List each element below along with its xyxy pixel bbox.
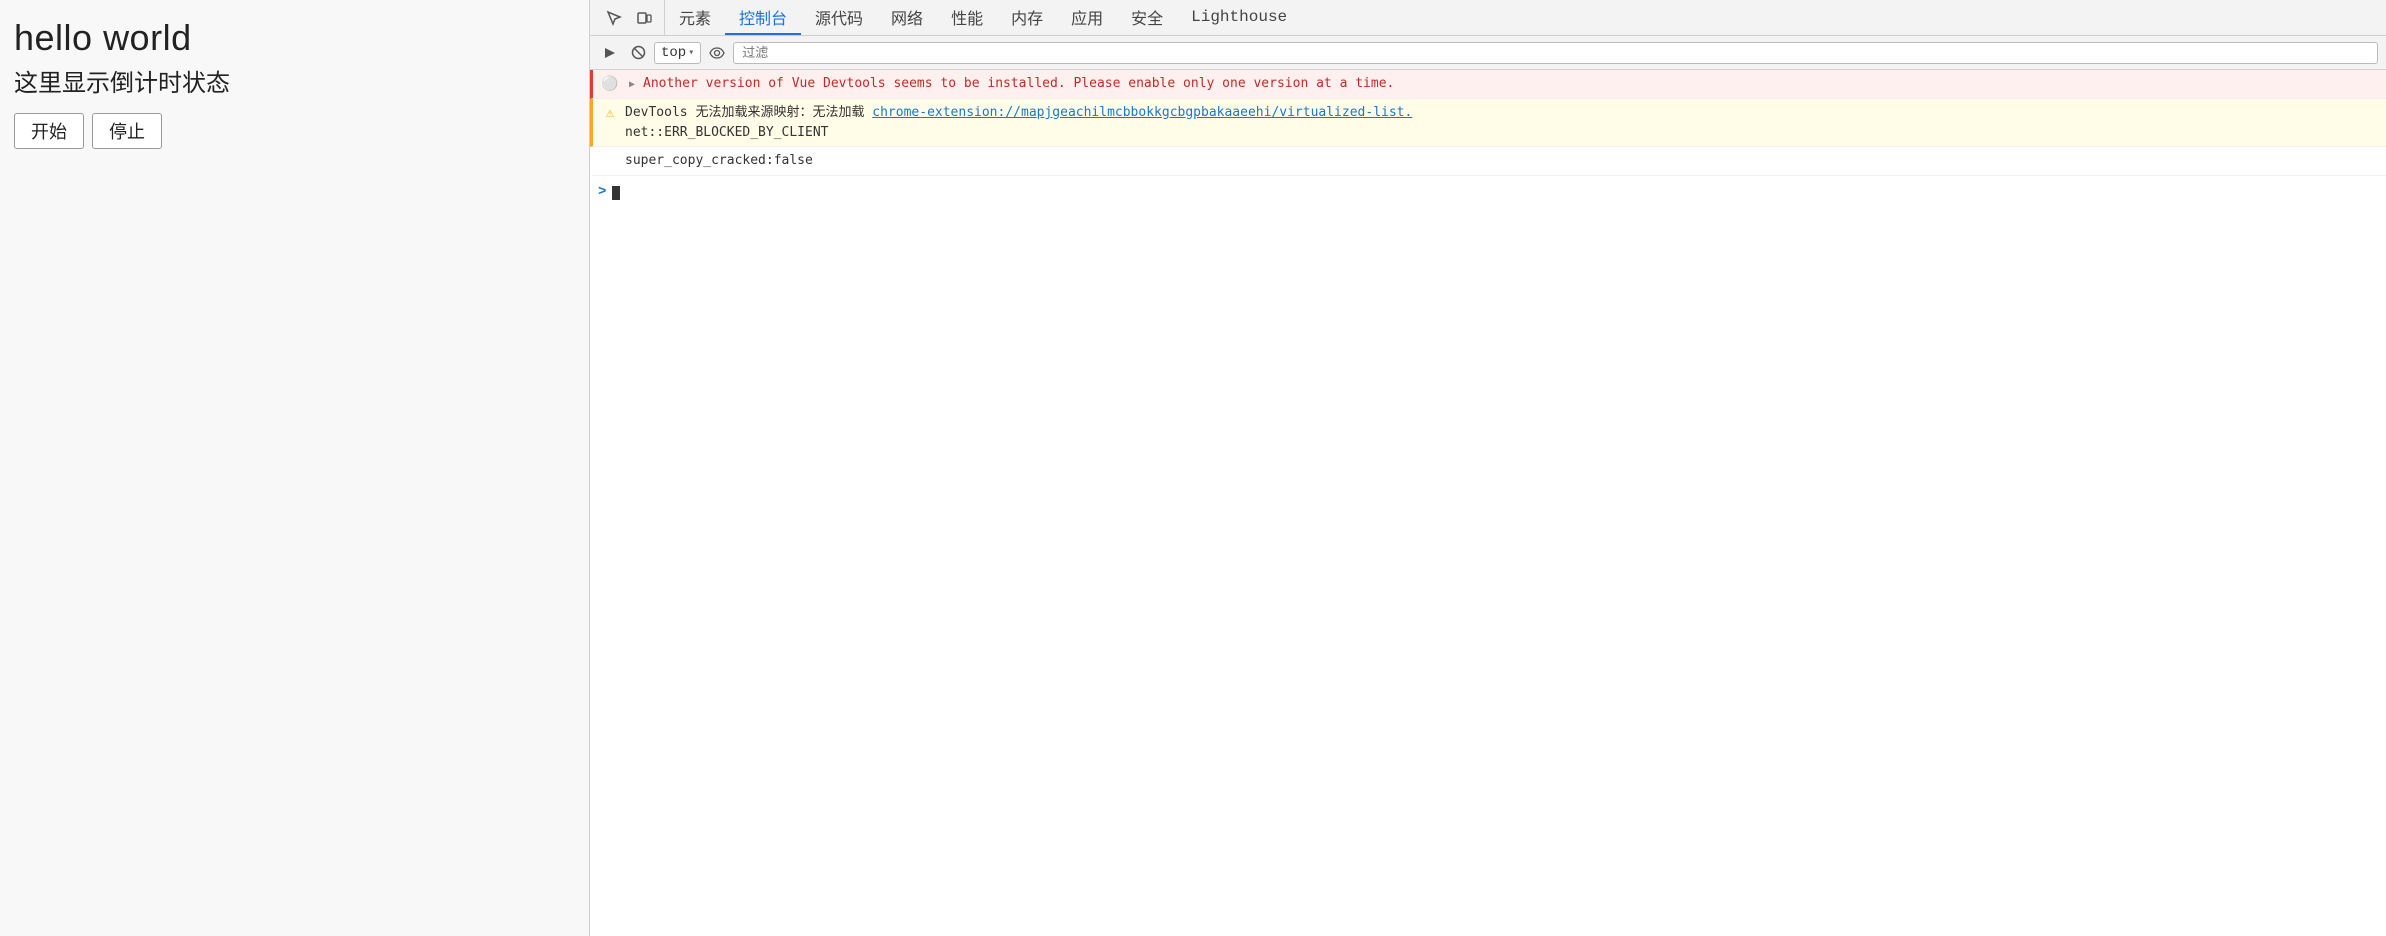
- context-dropdown[interactable]: top ▾: [654, 42, 701, 64]
- tab-memory[interactable]: 内存: [997, 0, 1057, 35]
- extension-link[interactable]: chrome-extension://mapjgeachilmcbbokkgcb…: [872, 105, 1412, 120]
- devtools-tab-bar: 元素 控制台 源代码 网络 性能 内存 应用 安全 Lighthouse: [590, 0, 2386, 36]
- inspect-icon-button[interactable]: [600, 4, 628, 32]
- prompt-cursor: [612, 186, 620, 200]
- tab-lighthouse[interactable]: Lighthouse: [1177, 0, 1301, 35]
- live-expressions-button[interactable]: [705, 41, 729, 65]
- info-placeholder-icon: [601, 153, 619, 171]
- stop-button[interactable]: 停止: [92, 113, 162, 149]
- expand-toggle[interactable]: ▶: [625, 78, 639, 92]
- left-panel: hello world 这里显示倒计时状态 开始 停止: [0, 0, 590, 936]
- tab-elements[interactable]: 元素: [665, 0, 725, 35]
- tab-network[interactable]: 网络: [877, 0, 937, 35]
- tab-icon-group: [594, 0, 665, 35]
- clear-console-button[interactable]: [626, 41, 650, 65]
- warning-icon: ⚠: [601, 105, 619, 123]
- tab-security[interactable]: 安全: [1117, 0, 1177, 35]
- warning-prefix: DevTools 无法加载来源映射：无法加载: [625, 105, 872, 120]
- tab-sources[interactable]: 源代码: [801, 0, 877, 35]
- super-copy-text: super_copy_cracked:false: [625, 151, 2378, 171]
- tab-console[interactable]: 控制台: [725, 0, 801, 35]
- tab-application[interactable]: 应用: [1057, 0, 1117, 35]
- button-row: 开始 停止: [14, 113, 575, 149]
- tab-performance[interactable]: 性能: [937, 0, 997, 35]
- vue-devtools-error-text: Another version of Vue Devtools seems to…: [643, 74, 2378, 94]
- device-mode-icon-button[interactable]: [630, 4, 658, 32]
- devtools-panel: 元素 控制台 源代码 网络 性能 内存 应用 安全 Lighthouse top…: [590, 0, 2386, 936]
- console-messages: ⚪ ▶ Another version of Vue Devtools seem…: [590, 70, 2386, 936]
- console-filter-input[interactable]: [733, 42, 2378, 64]
- start-button[interactable]: 开始: [14, 113, 84, 149]
- run-snippet-button[interactable]: [598, 41, 622, 65]
- console-prompt[interactable]: >: [590, 176, 2386, 209]
- console-message-sourcemap-warning: ⚠ DevTools 无法加载来源映射：无法加载 chrome-extensio…: [590, 99, 2386, 147]
- sourcemap-warning-text: DevTools 无法加载来源映射：无法加载 chrome-extension:…: [625, 103, 2378, 142]
- console-message-vue-devtools: ⚪ ▶ Another version of Vue Devtools seem…: [590, 70, 2386, 99]
- error-icon: ⚪: [601, 76, 619, 94]
- context-dropdown-label: top: [661, 45, 686, 61]
- prompt-chevron-icon: >: [598, 182, 606, 203]
- app-title: hello world: [14, 16, 575, 59]
- console-message-super-copy: super_copy_cracked:false: [590, 147, 2386, 176]
- app-subtitle: 这里显示倒计时状态: [14, 67, 575, 101]
- chevron-down-icon: ▾: [688, 47, 694, 59]
- console-toolbar: top ▾: [590, 36, 2386, 70]
- warning-suffix: net::ERR_BLOCKED_BY_CLIENT: [625, 125, 829, 140]
